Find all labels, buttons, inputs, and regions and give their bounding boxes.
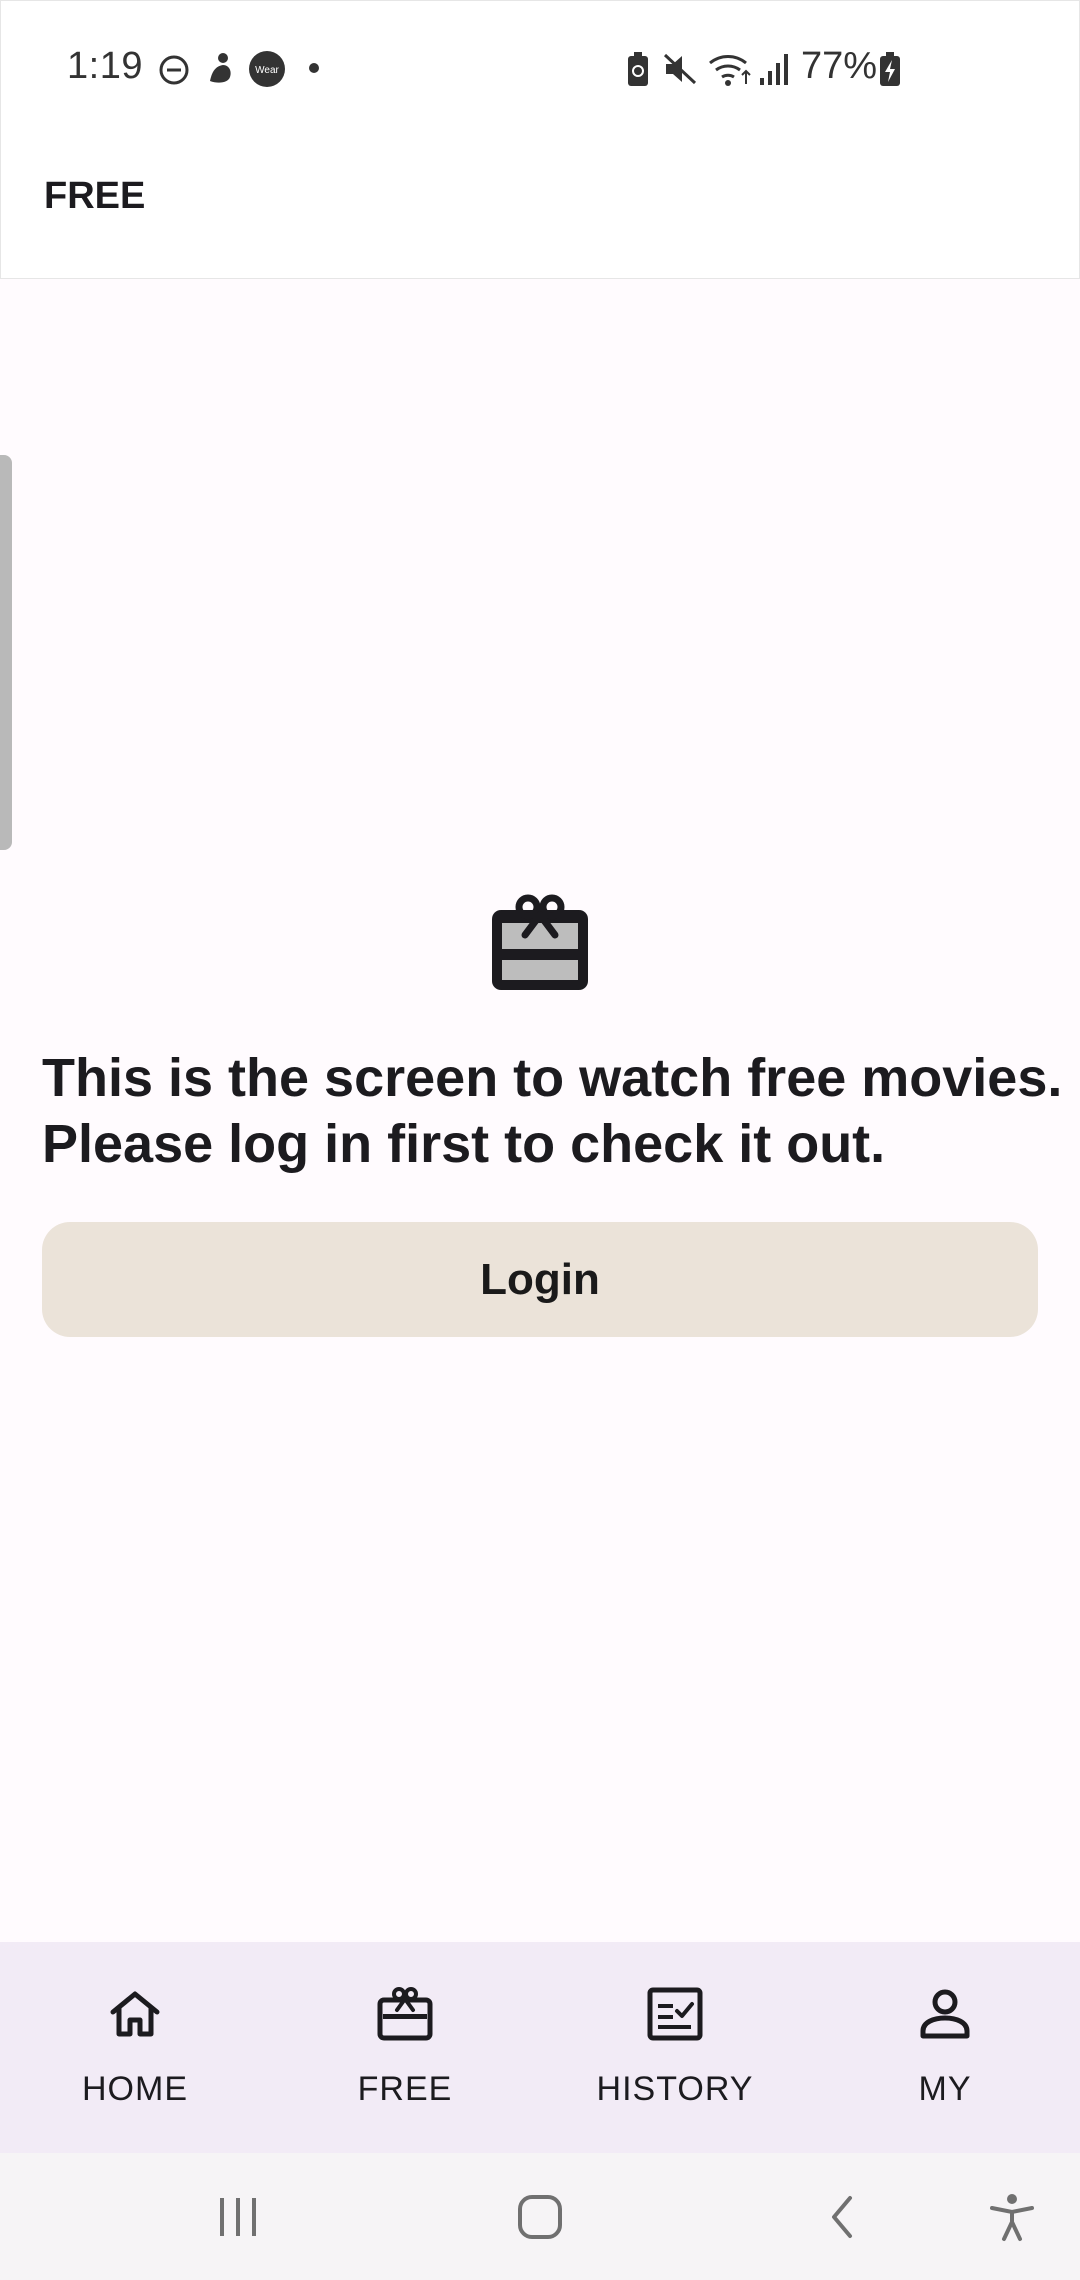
status-bar: 1:19 Wear 77% [0,0,1080,135]
nav-item-free[interactable]: FREE [270,1942,540,2153]
bottom-navigation: HOME FREE HISTORY MY [0,1942,1080,2153]
battery-percent: 77% [801,45,878,87]
wear-badge-text: Wear [255,65,279,76]
page-title: FREE [44,175,146,217]
nav-item-home[interactable]: HOME [0,1942,270,2153]
top-app-bar: FREE [0,135,1080,279]
battery-charging-icon [880,52,900,86]
status-time: 1:19 [67,45,143,87]
person-icon [920,1989,970,2039]
do-not-disturb-icon [159,55,189,85]
edge-panel-handle[interactable] [0,455,12,850]
mute-icon [663,53,697,85]
login-button[interactable]: Login [42,1222,1038,1337]
message-line-1: This is the screen to watch free movies. [42,1048,1063,1108]
system-navigation-bar [0,2153,1080,2280]
wear-app-icon: Wear [249,51,285,87]
gift-card-icon [377,1987,433,2041]
nav-label-my: MY [918,2070,972,2108]
recents-icon[interactable] [216,2196,260,2238]
back-icon[interactable] [826,2194,858,2240]
wifi-icon [709,55,751,86]
home-icon [110,1991,160,2037]
cell-signal-icon [760,54,788,85]
notification-dot-icon [309,63,319,73]
nav-label-free: FREE [357,2070,453,2108]
accessibility-icon[interactable] [987,2192,1037,2242]
home-circle-icon[interactable] [517,2194,563,2240]
nav-label-home: HOME [82,2070,188,2108]
nav-label-history: HISTORY [596,2070,754,2108]
battery-saver-icon [628,52,648,86]
nav-item-my[interactable]: MY [810,1942,1080,2153]
login-prompt-message: This is the screen to watch free movies.… [42,1045,1063,1177]
samsung-health-icon [210,53,231,83]
message-line-2: Please log in first to check it out. [42,1114,886,1174]
gift-card-icon [492,894,588,990]
nav-item-history[interactable]: HISTORY [540,1942,810,2153]
history-list-icon [647,1987,703,2041]
